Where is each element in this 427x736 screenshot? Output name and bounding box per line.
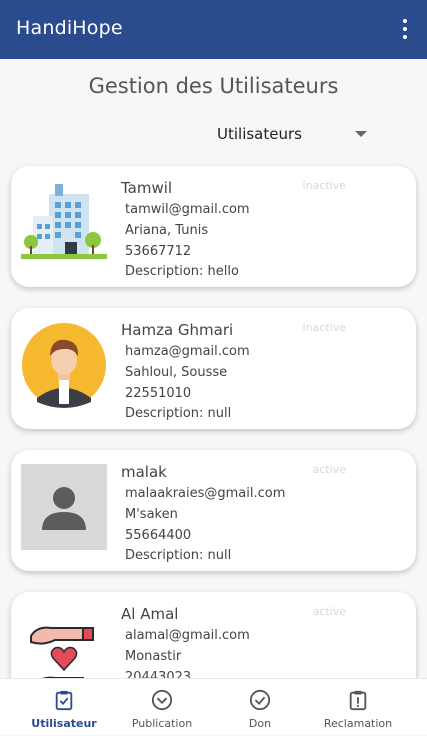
user-email: tamwil@gmail.com [125,202,250,217]
chevron-circle-icon [151,689,173,711]
page-title: Gestion des Utilisateurs [88,74,339,98]
bottom-navigation: Utilisateur Publication Don Reclamation [0,678,427,735]
user-name: Tamwil [121,179,173,197]
user-description: Description: null [125,548,232,563]
user-name: Hamza Ghmari [121,321,234,339]
user-status: active [312,605,346,618]
more-options-icon[interactable] [393,14,417,44]
dropdown-arrow-icon [355,131,367,137]
user-phone: 20443023 [125,670,192,678]
nav-label: Don [248,717,272,730]
user-address: Ariana, Tunis [125,223,209,238]
app-bar: HandiHope [0,0,427,59]
user-email: alamal@gmail.com [125,628,250,643]
user-address: M'saken [125,507,178,522]
user-description: Description: null [125,406,232,421]
user-address: Monastir [125,649,182,664]
user-status: inactive [302,321,346,334]
user-phone: 22551010 [125,386,192,401]
check-circle-icon [249,689,271,711]
nav-item-publication[interactable]: Publication [109,679,215,736]
user-phone: 55664400 [125,528,192,543]
user-status: inactive [302,179,346,192]
clipboard-check-icon [55,690,73,711]
user-email: malaakraies@gmail.com [125,486,286,501]
nav-item-don[interactable]: Don [207,679,313,736]
user-name: malak [121,463,167,481]
user-card[interactable]: Hamza Ghmari inactive hamza@gmail.com Sa… [11,308,416,429]
dropdown-value: Utilisateurs [217,125,302,143]
nav-item-reclamation[interactable]: Reclamation [305,679,411,736]
user-type-dropdown[interactable]: Utilisateurs [207,118,377,150]
user-email: hamza@gmail.com [125,344,250,359]
charity-hands-avatar [21,606,107,678]
nav-item-utilisateur[interactable]: Utilisateur [11,679,117,736]
building-avatar [21,180,107,266]
alert-clipboard-icon [349,690,367,711]
user-phone: 53667712 [125,244,192,259]
user-card[interactable]: Tamwil inactive tamwil@gmail.com Ariana,… [11,166,416,287]
user-card[interactable]: malak active malaakraies@gmail.com M'sak… [11,450,416,571]
nav-label: Utilisateur [31,717,97,730]
nav-label: Reclamation [323,717,393,730]
user-card[interactable]: Al Amal active alamal@gmail.com Monastir… [11,592,416,678]
user-address: Sahloul, Sousse [125,365,228,380]
user-description: Description: hello [125,264,239,279]
user-name: Al Amal [121,605,179,623]
user-list[interactable]: Tamwil inactive tamwil@gmail.com Ariana,… [0,160,427,678]
app-title: HandiHope [16,17,123,39]
default-user-avatar [21,464,107,550]
nav-label: Publication [131,717,193,730]
user-status: active [312,463,346,476]
man-avatar [22,323,106,408]
